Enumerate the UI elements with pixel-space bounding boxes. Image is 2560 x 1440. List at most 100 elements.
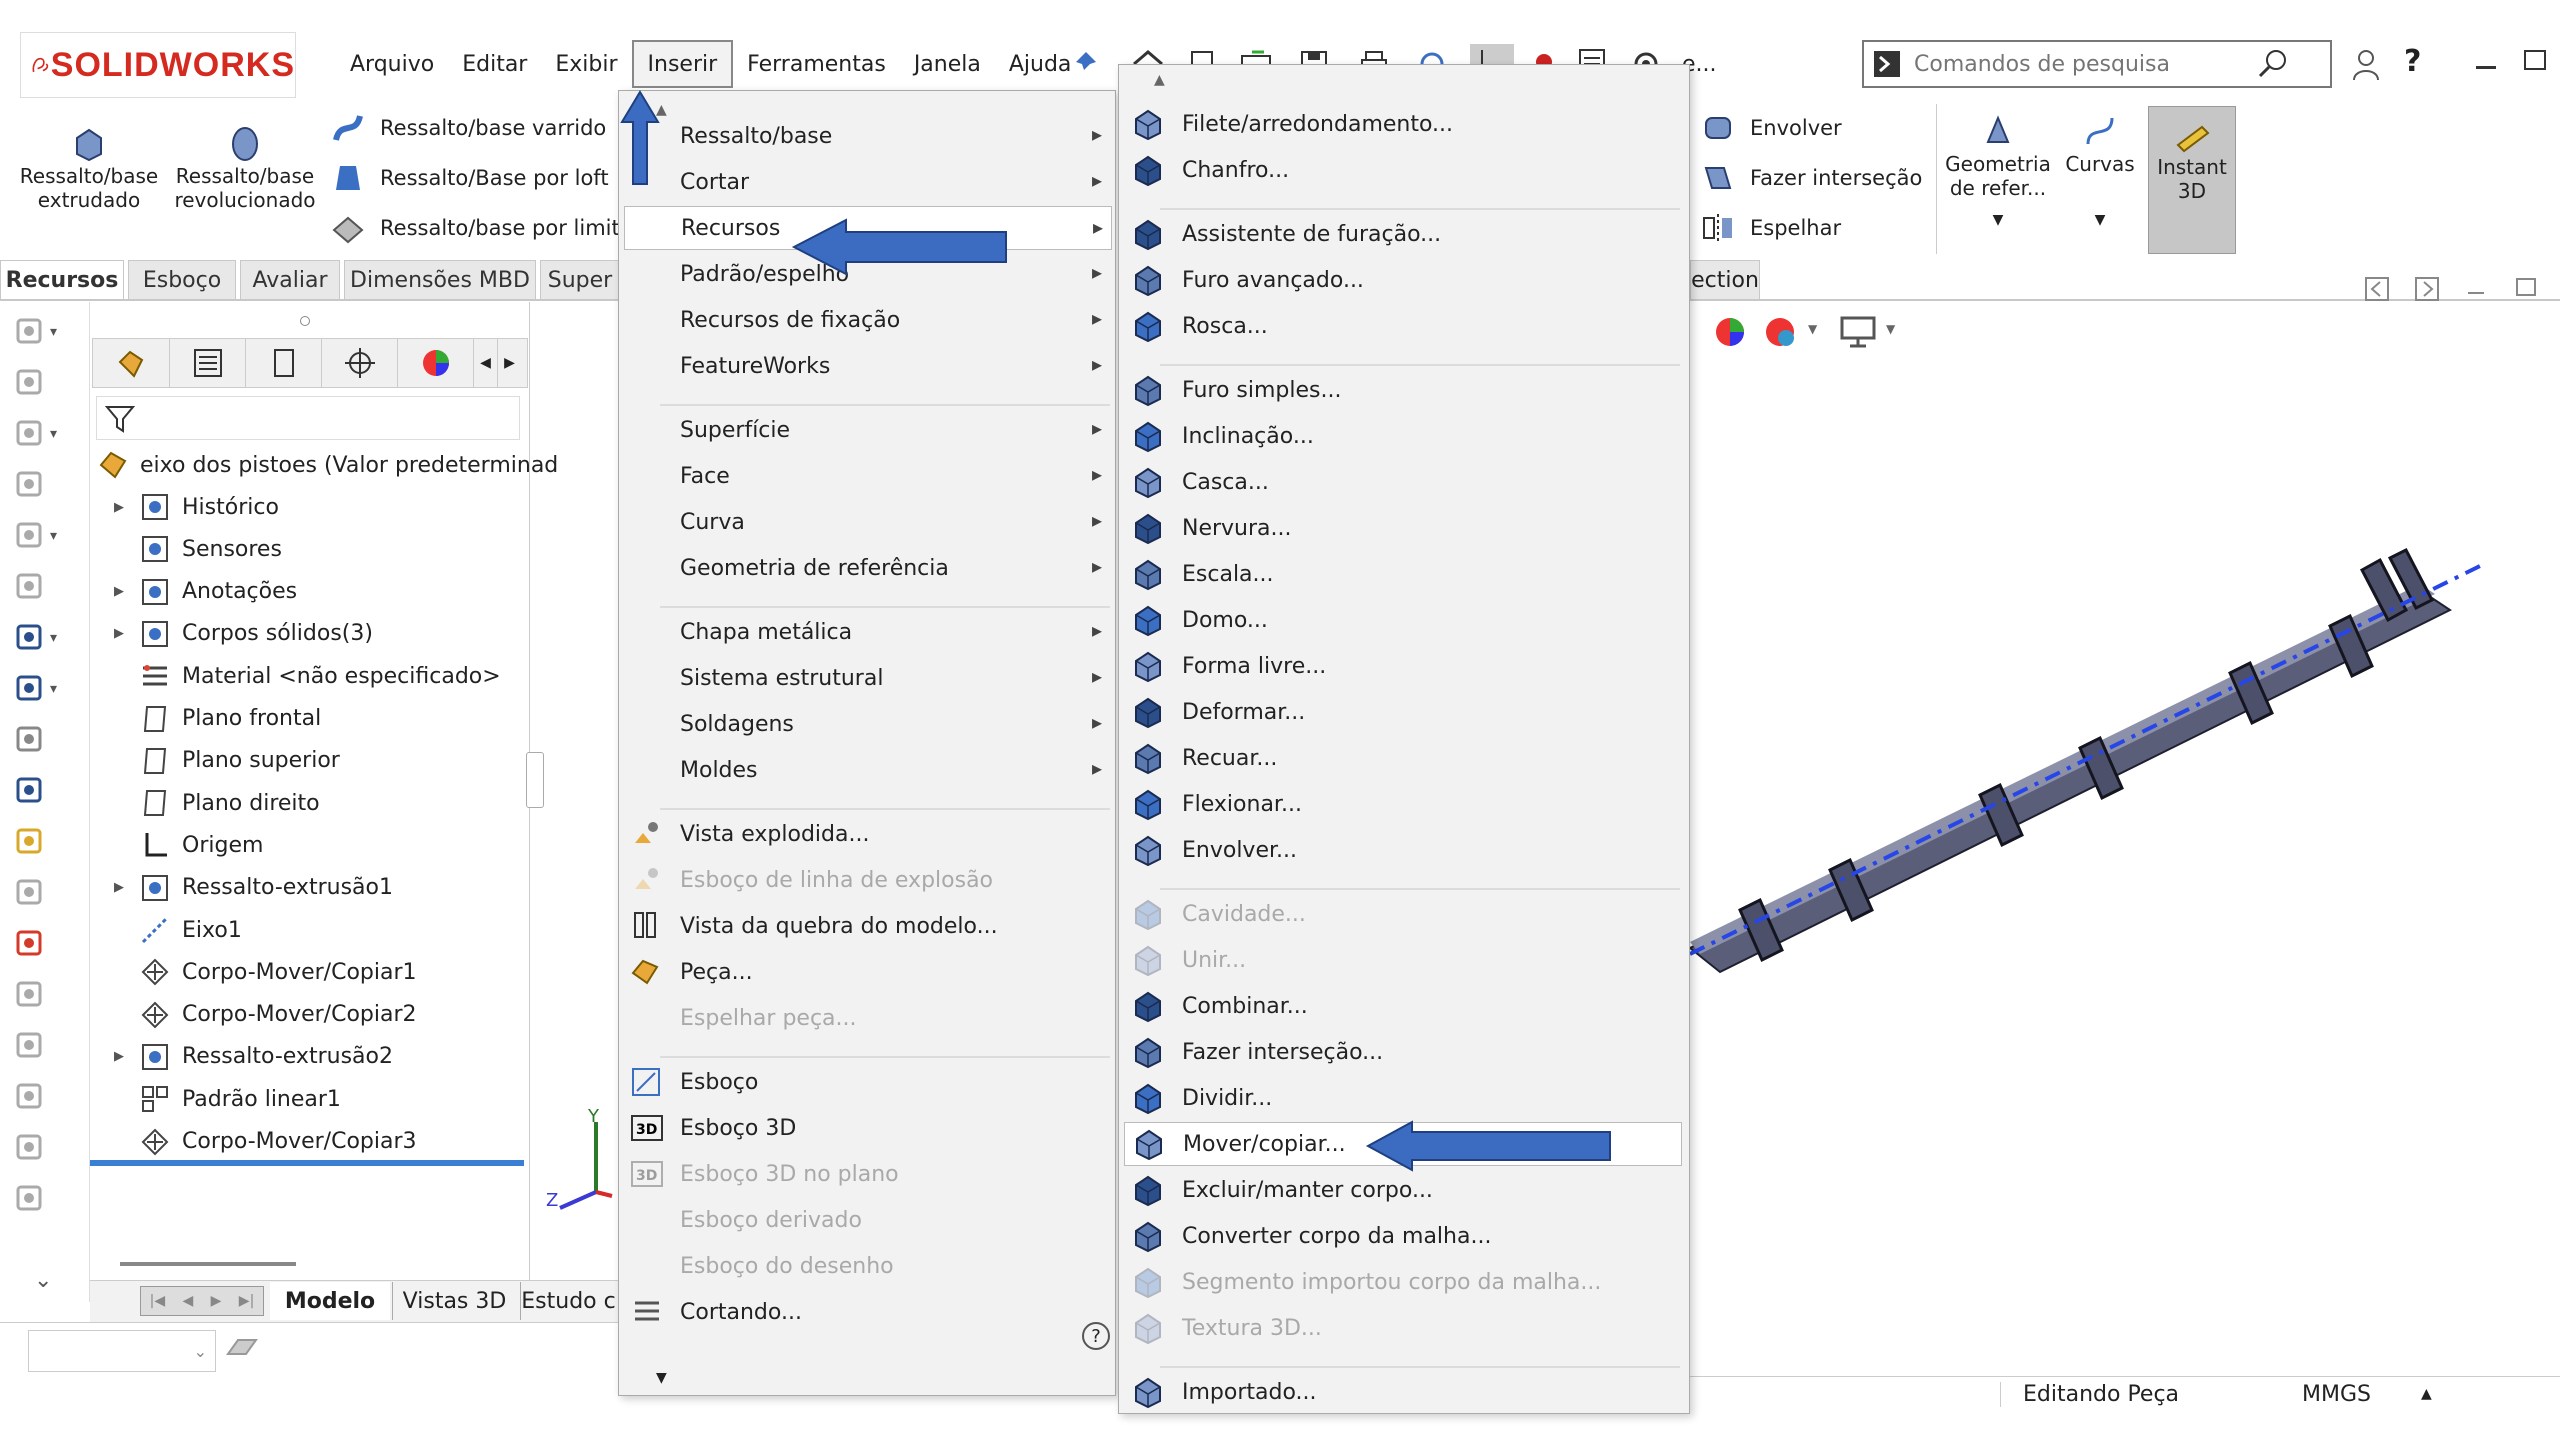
- insert-menu-vista-da-quebra-do-modelo[interactable]: Vista da quebra do modelo...: [624, 904, 1112, 948]
- draft-tool[interactable]: [12, 567, 72, 607]
- tree-item-historico[interactable]: ▶ Histórico: [100, 490, 279, 524]
- tree-item-padrao-linear1[interactable]: Padrão linear1: [100, 1082, 341, 1116]
- feature-menu-deformar[interactable]: Deformar...: [1124, 690, 1682, 734]
- chevron-down-icon[interactable]: ▾: [50, 681, 57, 697]
- feature-menu-excluir-manter-corpo[interactable]: Excluir/manter corpo...: [1124, 1168, 1682, 1212]
- chevron-down-icon[interactable]: ▼: [1886, 322, 1895, 336]
- wrap-button[interactable]: Envolver: [1700, 110, 1842, 146]
- feature-menu-importado[interactable]: Importado...: [1124, 1370, 1682, 1414]
- combine-tool[interactable]: [12, 975, 72, 1015]
- help-icon[interactable]: ?: [2404, 44, 2421, 79]
- bottom-tab-estudo-c[interactable]: Estudo c: [520, 1282, 616, 1320]
- feature-menu-inclinacao[interactable]: Inclinação...: [1124, 414, 1682, 458]
- tree-item-plano-frontal[interactable]: Plano frontal: [100, 702, 321, 736]
- feature-menu-casca[interactable]: Casca...: [1124, 460, 1682, 504]
- bottom-tab-vistas-3d[interactable]: Vistas 3D: [392, 1282, 516, 1320]
- reference-geometry-button[interactable]: Geometria de refer... ▼: [1938, 112, 2058, 232]
- tree-item-corpos-solidos-3[interactable]: ▶ Corpos sólidos(3): [100, 617, 373, 651]
- chevron-down-icon[interactable]: ▾: [50, 324, 57, 340]
- submenu-scroll-up-icon[interactable]: ▲: [1154, 72, 1165, 88]
- insert-menu-moldes[interactable]: Moldes ▸: [624, 748, 1112, 792]
- tree-item-plano-superior[interactable]: Plano superior: [100, 744, 340, 778]
- solidworks-logo[interactable]: SOLIDWORKS: [20, 32, 296, 98]
- menu-editar[interactable]: Editar: [448, 40, 541, 88]
- tree-item-sensores[interactable]: Sensores: [100, 532, 282, 566]
- sheet-metal-tool[interactable]: [12, 1179, 72, 1219]
- viewport-minimize-icon[interactable]: [2468, 292, 2484, 294]
- insert-menu-peca[interactable]: Peça...: [624, 950, 1112, 994]
- expand-arrow-icon[interactable]: ▶: [100, 626, 138, 641]
- expand-arrow-icon[interactable]: ▶: [100, 500, 138, 515]
- scene-icon[interactable]: [1760, 312, 1800, 352]
- feature-menu-escala[interactable]: Escala...: [1124, 552, 1682, 596]
- mirror-button[interactable]: Espelhar: [1700, 210, 1841, 246]
- insert-menu-esboco-3d[interactable]: 3D Esboço 3D: [624, 1106, 1112, 1150]
- feature-menu-assistente-de-furacao[interactable]: Assistente de furação...: [1124, 212, 1682, 256]
- next-view-icon[interactable]: [2414, 276, 2440, 302]
- intersect-tool[interactable]: [12, 822, 72, 862]
- bottom-nav-arrows[interactable]: |◀ ◀ ▶ ▶|: [140, 1286, 264, 1316]
- boundary-boss-button[interactable]: Ressalto/base por limite: [330, 210, 633, 246]
- freeform-tool[interactable]: [12, 771, 72, 811]
- feature-menu-furo-simples[interactable]: Furo simples...: [1124, 368, 1682, 412]
- feature-tree-tab[interactable]: [93, 339, 169, 387]
- mirror-tool[interactable]: [12, 873, 72, 913]
- curves-tool[interactable]: [12, 720, 72, 760]
- feature-menu-fazer-intersecao[interactable]: Fazer interseção...: [1124, 1030, 1682, 1074]
- shell-tool[interactable]: ▾: [12, 516, 72, 556]
- delete-body-tool[interactable]: [12, 1077, 72, 1117]
- tree-item-ressalto-extrusao1[interactable]: ▶ Ressalto-extrusão1: [100, 871, 393, 905]
- search-icon[interactable]: [2254, 46, 2294, 82]
- graphics-tab-fragment[interactable]: ection: [1690, 260, 1760, 300]
- menu-janela[interactable]: Janela: [900, 40, 995, 88]
- move-copy-tool[interactable]: [12, 924, 72, 964]
- tab-avaliar[interactable]: Avaliar: [240, 260, 340, 300]
- insert-menu-soldagens[interactable]: Soldagens ▸: [624, 702, 1112, 746]
- rollback-bar[interactable]: [90, 1160, 524, 1166]
- insert-menu-ressalto-base[interactable]: Ressalto/base ▸: [624, 114, 1112, 158]
- instant-3d-tool[interactable]: ▾: [12, 312, 72, 352]
- expand-arrow-icon[interactable]: ▶: [100, 880, 138, 895]
- insert-menu-superficie[interactable]: Superfície ▸: [624, 408, 1112, 452]
- chevron-down-icon[interactable]: ▼: [1993, 208, 2004, 232]
- insert-menu-recursos-de-fixacao[interactable]: Recursos de fixação ▸: [624, 298, 1112, 342]
- feature-menu-filete-arredondamento[interactable]: Filete/arredondamento...: [1124, 102, 1682, 146]
- previous-view-icon[interactable]: [2364, 276, 2390, 302]
- pattern-tool[interactable]: ▾: [12, 414, 72, 454]
- loft-boss-button[interactable]: Ressalto/Base por loft: [330, 160, 609, 196]
- insert-menu-face[interactable]: Face ▸: [624, 454, 1112, 498]
- tree-item-material-nao-especificado[interactable]: Material <não especificado>: [100, 659, 501, 693]
- feature-menu-combinar[interactable]: Combinar...: [1124, 984, 1682, 1028]
- fillet-tool[interactable]: [12, 363, 72, 403]
- filter-bar[interactable]: [96, 396, 520, 440]
- pin-icon[interactable]: [1070, 50, 1098, 78]
- tree-item-origem[interactable]: Origem: [100, 828, 263, 862]
- tree-item-eixo1[interactable]: Eixo1: [100, 913, 242, 947]
- restore-icon[interactable]: [2524, 50, 2546, 70]
- tree-item-corpo-mover-copiar1[interactable]: Corpo-Mover/Copiar1: [100, 955, 417, 989]
- feature-menu-rosca[interactable]: Rosca...: [1124, 304, 1682, 348]
- expand-arrow-icon[interactable]: ▶: [100, 1049, 138, 1064]
- split-tool[interactable]: [12, 1026, 72, 1066]
- help-badge-icon[interactable]: ?: [1082, 1322, 1110, 1350]
- tree-item-plano-direito[interactable]: Plano direito: [100, 786, 320, 820]
- curves-button[interactable]: Curvas ▼: [2060, 112, 2140, 232]
- tree-horizontal-scrollbar[interactable]: [120, 1262, 296, 1266]
- chevron-down-icon[interactable]: ▾: [50, 528, 57, 544]
- chevron-down-icon[interactable]: ▼: [2095, 208, 2106, 232]
- bottom-tab-modelo[interactable]: Modelo: [270, 1282, 390, 1320]
- insert-menu-esboco[interactable]: Esboço: [624, 1060, 1112, 1104]
- next-tab-icon[interactable]: ▶: [211, 1293, 222, 1309]
- tree-item-ressalto-extrusao2[interactable]: ▶ Ressalto-extrusão2: [100, 1040, 393, 1074]
- menu-scroll-down-icon[interactable]: ▼: [656, 1370, 667, 1386]
- search-input[interactable]: [1914, 51, 2254, 77]
- insert-menu-vista-explodida[interactable]: Vista explodida...: [624, 812, 1112, 856]
- feature-menu-envolver[interactable]: Envolver...: [1124, 828, 1682, 872]
- status-dropdown[interactable]: ⌄: [28, 1330, 216, 1372]
- hole-wizard-tool[interactable]: ▾: [12, 618, 72, 658]
- instant-3d-button[interactable]: Instant 3D: [2148, 106, 2236, 254]
- revolved-boss-button[interactable]: Ressalto/base revolucionado: [170, 124, 320, 212]
- insert-menu-sistema-estrutural[interactable]: Sistema estrutural ▸: [624, 656, 1112, 700]
- shaft-model[interactable]: [1690, 540, 2550, 1000]
- feature-menu-flexionar[interactable]: Flexionar...: [1124, 782, 1682, 826]
